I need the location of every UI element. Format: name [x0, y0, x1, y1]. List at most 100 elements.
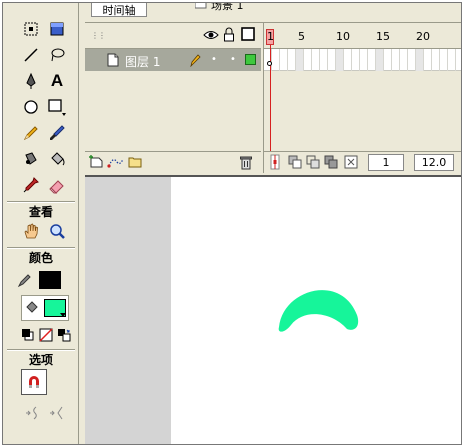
arrow-select-tool-icon[interactable] — [19, 17, 43, 41]
swap-colors-icon[interactable] — [55, 323, 73, 347]
frame-cell[interactable] — [384, 49, 392, 71]
ink-bottle-tool-icon[interactable] — [19, 147, 43, 171]
frame-ruler[interactable]: 1 5 10 15 20 — [264, 23, 461, 49]
green-crescent-shape[interactable] — [278, 290, 359, 332]
frame-cell[interactable] — [408, 49, 416, 71]
frame-cell[interactable] — [440, 49, 448, 71]
center-frame-icon[interactable] — [268, 154, 282, 173]
scene-icon — [194, 3, 207, 12]
frame-cell[interactable] — [352, 49, 360, 71]
frame-rate-field[interactable]: 12.0 — [414, 154, 454, 171]
insert-folder-icon[interactable] — [127, 155, 143, 172]
snap-magnet-icon[interactable] — [21, 369, 47, 395]
pen-tool-icon[interactable] — [19, 69, 43, 93]
layers-empty-area — [85, 71, 261, 151]
frame-cell[interactable] — [432, 49, 440, 71]
rectangle-tool-icon[interactable] — [45, 95, 69, 119]
frame-cell[interactable] — [336, 49, 344, 71]
fill-color-row[interactable] — [21, 295, 69, 321]
line-tool-icon[interactable] — [19, 43, 43, 67]
paint-bucket-tool-icon[interactable] — [45, 147, 69, 171]
current-frame-field[interactable]: 1 — [368, 154, 404, 171]
frame-cell[interactable] — [296, 49, 304, 71]
view-section-label: 查看 — [28, 205, 53, 219]
ruler-number: 5 — [298, 30, 305, 43]
onion-skin-outlines-icon[interactable] — [306, 155, 320, 172]
colors-section-label: 颜色 — [28, 251, 53, 265]
layer-lock-dot[interactable]: • — [230, 54, 236, 65]
lasso-tool-icon[interactable] — [45, 43, 69, 67]
subselect-tool-icon[interactable] — [45, 17, 69, 41]
lock-icon[interactable] — [223, 27, 235, 45]
stroke-color-swatch[interactable] — [39, 271, 61, 289]
oval-tool-icon[interactable] — [19, 95, 43, 119]
frame-cell[interactable] — [376, 49, 384, 71]
frame-cell[interactable] — [312, 49, 320, 71]
pencil-tool-icon[interactable] — [19, 121, 43, 145]
no-color-icon[interactable] — [37, 323, 55, 347]
frame-cell[interactable] — [416, 49, 424, 71]
frame-cell[interactable] — [280, 49, 288, 71]
hand-tool-icon[interactable] — [19, 219, 43, 243]
stage-canvas[interactable] — [171, 177, 461, 444]
timeline-tab[interactable]: 时间轴 — [91, 3, 147, 17]
frame-cell[interactable] — [304, 49, 312, 71]
brush-tool-icon[interactable] — [45, 121, 69, 145]
ruler-number: 10 — [336, 30, 350, 43]
frame-cell[interactable] — [272, 49, 280, 71]
delete-layer-trash-icon[interactable] — [239, 155, 253, 173]
flash-window: A 查看 颜色 选项 时间轴 场景 1 ⋮⋮ 图层 1 • • 1 5 10 1… — [2, 2, 462, 445]
stroke-pencil-icon — [17, 272, 33, 288]
frame-cell[interactable] — [344, 49, 352, 71]
eraser-tool-icon[interactable] — [45, 173, 69, 197]
frame-cell[interactable] — [328, 49, 336, 71]
layers-footer — [85, 151, 261, 173]
fill-color-swatch[interactable] — [44, 299, 66, 317]
add-guide-layer-icon[interactable] — [107, 155, 125, 172]
modify-onion-markers-icon[interactable] — [344, 155, 358, 172]
layer-visible-dot[interactable]: • — [211, 54, 217, 65]
work-area — [85, 175, 461, 444]
scene-label[interactable]: 场景 1 — [211, 3, 244, 13]
show-hide-eye-icon[interactable] — [203, 28, 219, 45]
zoom-tool-icon[interactable] — [45, 219, 69, 243]
timeline-panel: 时间轴 场景 1 ⋮⋮ 图层 1 • • 1 5 10 15 20 1 12.0 — [85, 3, 461, 173]
frame-cell[interactable] — [288, 49, 296, 71]
frame-cell[interactable] — [448, 49, 456, 71]
fill-bucket-icon — [24, 300, 40, 316]
smooth-icon[interactable] — [21, 401, 45, 425]
layer-row[interactable]: 图层 1 • • — [85, 49, 261, 71]
edit-multiple-frames-icon[interactable] — [324, 155, 338, 172]
ruler-number: 15 — [376, 30, 390, 43]
stage-drawing — [278, 290, 359, 332]
outline-square-icon[interactable] — [241, 27, 255, 44]
ruler-number: 1 — [267, 30, 274, 43]
eyedropper-tool-icon[interactable] — [19, 173, 43, 197]
layer-pencil-icon — [189, 53, 201, 70]
stroke-color-row[interactable] — [17, 267, 73, 293]
frame-cell[interactable] — [360, 49, 368, 71]
frame-cells-row[interactable] — [264, 49, 461, 71]
frames-area: 1 5 10 15 20 1 12.0 — [263, 23, 461, 173]
ruler-number: 20 — [416, 30, 430, 43]
drag-grip-icon: ⋮⋮ — [91, 31, 106, 40]
options-section-label: 选项 — [28, 353, 53, 367]
text-tool-icon[interactable]: A — [45, 69, 69, 93]
layer-page-icon — [107, 53, 119, 70]
frame-cell[interactable] — [392, 49, 400, 71]
frame-cell[interactable] — [424, 49, 432, 71]
layer-outline-color[interactable] — [245, 54, 256, 65]
straighten-icon[interactable] — [45, 401, 69, 425]
layers-header: ⋮⋮ — [85, 23, 261, 49]
black-white-icon[interactable] — [19, 323, 37, 347]
timeline-tab-strip: 时间轴 场景 1 — [85, 3, 461, 23]
frame-cell[interactable] — [400, 49, 408, 71]
onion-skin-icon[interactable] — [288, 155, 302, 172]
frame-cell[interactable] — [320, 49, 328, 71]
frames-empty-area — [264, 71, 461, 151]
insert-layer-icon[interactable] — [89, 155, 105, 172]
frames-footer: 1 12.0 — [264, 151, 461, 173]
keyframe-marker[interactable] — [267, 61, 272, 66]
layer-name[interactable]: 图层 1 — [125, 53, 160, 70]
frame-cell[interactable] — [368, 49, 376, 71]
